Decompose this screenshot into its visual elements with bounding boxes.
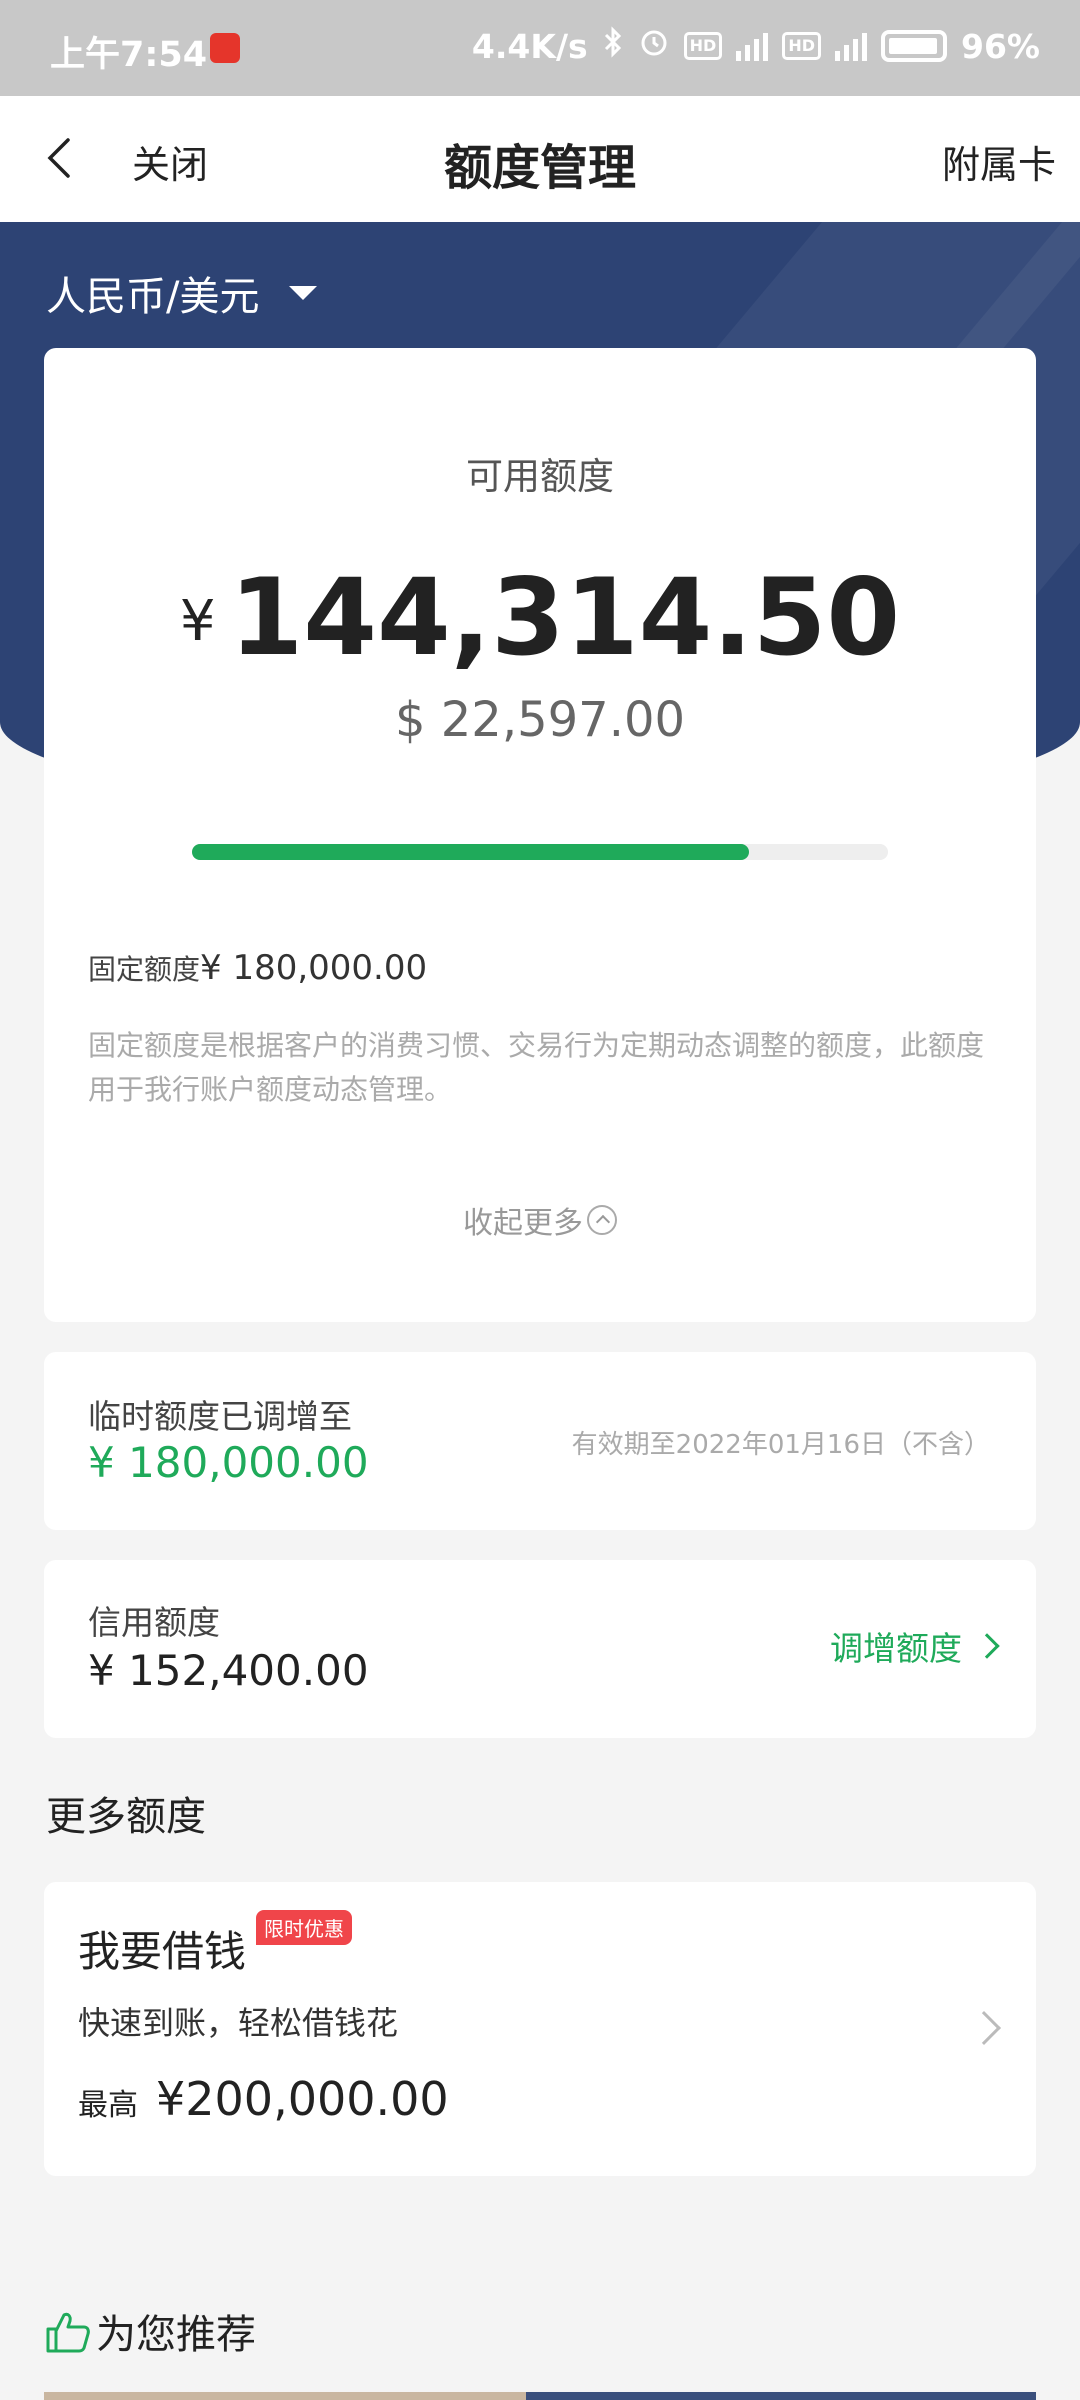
- battery-level: 96%: [961, 26, 1040, 66]
- app-notification-icon: [210, 33, 240, 63]
- network-speed: 4.4K/s: [471, 26, 588, 66]
- credit-limit-amount: ¥ 152,400.00: [88, 1646, 369, 1695]
- temporary-credit-card[interactable]: 临时额度已调增至 ¥ 180,000.00 有效期至2022年01月16日（不含…: [44, 1352, 1036, 1530]
- promo-badge: 限时优惠: [256, 1910, 352, 1945]
- hd-icon: HD: [683, 32, 723, 60]
- chevron-right-icon: [974, 1633, 1000, 1659]
- credit-limit-card: 信用额度 ¥ 152,400.00 调增额度: [44, 1560, 1036, 1738]
- loan-max-value: ¥200,000.00: [156, 2072, 449, 2126]
- loan-card[interactable]: 我要借钱 限时优惠 快速到账，轻松借钱花 最高 ¥200,000.00: [44, 1882, 1036, 2176]
- fixed-credit-value: ¥ 180,000.00: [200, 948, 428, 988]
- fixed-credit-description: 固定额度是根据客户的消费习惯、交易行为定期动态调整的额度，此额度用于我行账户额度…: [88, 1029, 985, 1106]
- loan-description: 快速到账，轻松借钱花: [78, 2004, 399, 2042]
- progress-fill: [192, 844, 749, 860]
- available-amount-value: 144,314.50: [229, 556, 901, 679]
- chevron-right-icon: [967, 2011, 1001, 2045]
- hd-icon-2: HD: [782, 32, 821, 60]
- temporary-credit-validity: 有效期至2022年01月16日（不含）: [571, 1430, 990, 1460]
- signal-icon: [736, 31, 769, 61]
- page-title: 额度管理: [443, 140, 636, 196]
- recommend-title: 为您推荐: [96, 2312, 256, 2358]
- caret-down-icon: [289, 286, 318, 300]
- increase-limit-button[interactable]: 调增额度: [830, 1622, 1000, 1670]
- recommend-banner[interactable]: [44, 2392, 1036, 2400]
- loan-max-label: 最高: [78, 2088, 138, 2123]
- temporary-credit-label: 临时额度已调增至: [88, 1397, 352, 1436]
- alarm-icon: [638, 26, 670, 66]
- recommend-banner-right: [526, 2392, 1036, 2400]
- loan-max-amount: 最高 ¥200,000.00: [78, 2072, 449, 2126]
- available-amount: ¥144,314.50: [44, 556, 1036, 679]
- bluetooth-icon: [602, 26, 624, 66]
- fixed-credit-line: 固定额度¥ 180,000.00: [88, 948, 427, 988]
- currency-selector[interactable]: 人民币/美元: [46, 264, 318, 322]
- recommend-heading: 为您推荐: [44, 2302, 256, 2360]
- thumbs-up-icon: [44, 2307, 92, 2355]
- available-label: 可用额度: [466, 455, 614, 498]
- battery-icon: [881, 30, 947, 62]
- nav-bar: 关闭 额度管理 附属卡: [0, 96, 1080, 222]
- loan-title: 我要借钱: [78, 1927, 247, 1976]
- currency-symbol: ¥: [179, 589, 216, 654]
- supplementary-card-button[interactable]: 附属卡: [942, 134, 1056, 189]
- status-bar: 上午7:54 4.4K/s HD HD 96%: [0, 0, 1080, 96]
- signal-icon-2: [835, 31, 867, 61]
- fixed-credit-label: 固定额度: [88, 953, 201, 986]
- credit-usage-progress: [192, 844, 888, 860]
- collapse-more-label: 收起更多: [463, 1206, 583, 1241]
- status-time: 上午7:54: [50, 35, 208, 75]
- collapse-more-button[interactable]: 收起更多: [44, 1198, 1036, 1242]
- temporary-credit-amount: ¥ 180,000.00: [88, 1438, 369, 1487]
- credit-limit-label: 信用额度: [88, 1603, 220, 1642]
- available-credit-card: 可用额度 ¥144,314.50 $ 22,597.00 固定额度¥ 180,0…: [44, 348, 1036, 1322]
- currency-label: 人民币/美元: [46, 274, 260, 320]
- available-amount-usd: $ 22,597.00: [394, 692, 686, 748]
- chevron-up-icon: [587, 1205, 617, 1235]
- more-credit-heading: 更多额度: [46, 1794, 206, 1840]
- status-right: 4.4K/s HD HD 96%: [472, 26, 1040, 66]
- increase-limit-label: 调增额度: [830, 1629, 962, 1668]
